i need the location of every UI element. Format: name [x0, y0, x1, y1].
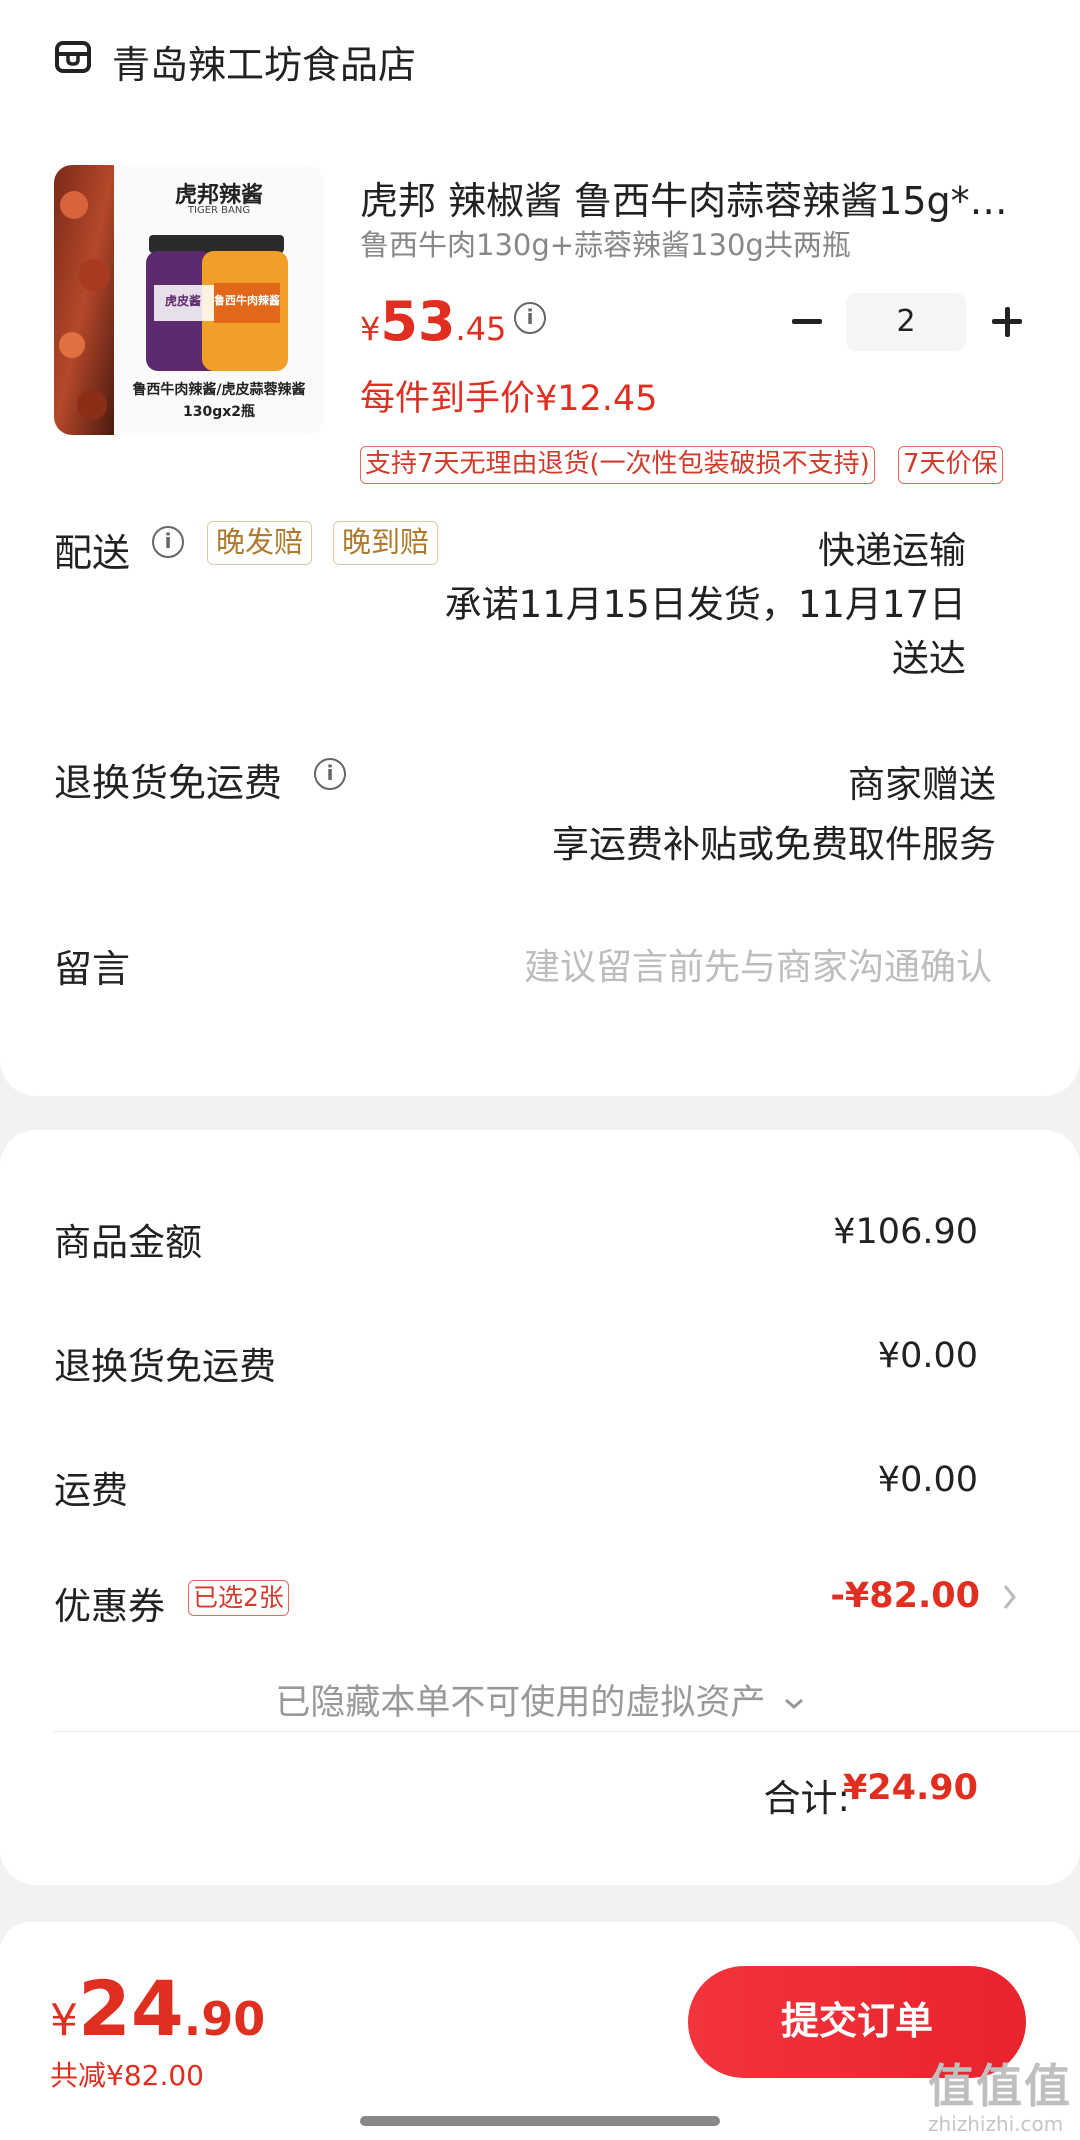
- goods-amount-label: 商品金额: [54, 1221, 202, 1264]
- price-summary-card: 商品金额 ¥106.90 退换货免运费 ¥0.00 运费 ¥0.00 优惠券 已…: [0, 1130, 1080, 1885]
- checkout-currency: ¥: [50, 1995, 78, 2046]
- product-image-brand-en: TIGER BANG: [187, 205, 251, 216]
- price-currency: ¥: [360, 310, 381, 348]
- delivery-label: 配送: [54, 531, 131, 575]
- coupon-label: 优惠券: [54, 1585, 165, 1628]
- product-spec[interactable]: 鲁西牛肉130g+蒜蓉辣酱130g共两瓶: [360, 222, 851, 264]
- chevron-down-icon: [784, 1698, 803, 1709]
- price-integer: 53: [380, 290, 456, 353]
- product-image-caption: 鲁西牛肉辣酱/虎皮蒜蓉辣酱: [132, 382, 306, 398]
- return-fee-label: 退换货免运费: [54, 1345, 276, 1388]
- home-indicator[interactable]: [360, 2116, 720, 2126]
- shipping-fee-value: ¥0.00: [877, 1460, 978, 1500]
- order-card: 青岛辣工坊食品店 虎邦辣酱 TIGER BANG 虎皮酱 鲁西牛肉辣酱 鲁西牛肉…: [0, 0, 1080, 1096]
- unit-price: 每件到手价¥12.45: [360, 379, 658, 419]
- product-image-jar-left: 虎皮酱: [164, 294, 201, 308]
- shipping-fee-label: 运费: [54, 1469, 128, 1512]
- return-fee-value: ¥0.00: [877, 1336, 978, 1376]
- product-title[interactable]: 虎邦 辣椒酱 鲁西牛肉蒜蓉辣酱15g*1…: [360, 170, 1020, 225]
- product-image-caption-2: 130gx2瓶: [182, 404, 256, 420]
- late-ship-badge: 晚发赔: [207, 521, 313, 565]
- checkout-total: ¥24.90: [50, 1964, 265, 2053]
- store-name[interactable]: 青岛辣工坊食品店: [112, 34, 416, 89]
- hidden-assets-toggle[interactable]: 已隐藏本单不可使用的虚拟资产: [0, 1674, 1080, 1725]
- goods-amount-value: ¥106.90: [833, 1212, 978, 1252]
- price-decimal: .45: [455, 310, 507, 348]
- watermark-logo: 值值值: [928, 2059, 1072, 2113]
- return-shipping-desc: 享运费补贴或免费取件服务: [552, 823, 996, 866]
- delivery-info-icon[interactable]: i: [152, 526, 184, 558]
- quantity-increase-button[interactable]: [988, 302, 1028, 342]
- price-protect-tag: 7天价保: [898, 446, 1003, 484]
- divider: [54, 1731, 1080, 1732]
- message-input[interactable]: 建议留言前先与商家沟通确认: [524, 938, 992, 990]
- product-image-jar-right: 鲁西牛肉辣酱: [214, 294, 280, 307]
- return-policy-tag: 支持7天无理由退货(一次性包装破损不支持): [360, 446, 875, 484]
- return-shipping-info-icon[interactable]: i: [314, 758, 346, 790]
- delivery-method[interactable]: 快递运输: [818, 520, 966, 574]
- price-info-icon[interactable]: i: [514, 302, 546, 334]
- total-value: ¥24.90: [842, 1768, 978, 1808]
- return-shipping-label: 退换货免运费: [54, 761, 283, 805]
- chevron-right-icon[interactable]: [1002, 1582, 1018, 1612]
- coupon-value[interactable]: -¥82.00: [830, 1576, 980, 1616]
- total-label: 合计:: [763, 1777, 850, 1820]
- watermark-url: zhizhizhi.com: [928, 2112, 1064, 2136]
- delivery-promise-2: 送达: [892, 637, 966, 680]
- checkout-discount: 共减¥82.00: [50, 2059, 204, 2092]
- store-icon: [55, 41, 91, 73]
- delivery-promise: 承诺11月15日发货，11月17日: [444, 583, 966, 626]
- product-price: ¥53.45: [360, 290, 506, 353]
- late-arrival-badge: 晚到赔: [333, 521, 439, 565]
- message-label: 留言: [54, 947, 131, 991]
- coupon-selected-badge: 已选2张: [188, 1580, 289, 1616]
- hidden-assets-text: 已隐藏本单不可使用的虚拟资产: [275, 1683, 766, 1723]
- checkout-total-integer: 24: [78, 1964, 184, 2053]
- quantity-decrease-button[interactable]: [788, 302, 828, 342]
- checkout-total-decimal: .90: [183, 1992, 266, 2046]
- return-shipping-value: 商家赠送: [848, 763, 996, 806]
- checkout-bar: ¥24.90 共减¥82.00 提交订单 值值值 zhizhizhi.com: [0, 1944, 1080, 2140]
- product-image[interactable]: 虎邦辣酱 TIGER BANG 虎皮酱 鲁西牛肉辣酱 鲁西牛肉辣酱/虎皮蒜蓉辣酱…: [54, 165, 324, 435]
- quantity-value[interactable]: 2: [846, 293, 966, 351]
